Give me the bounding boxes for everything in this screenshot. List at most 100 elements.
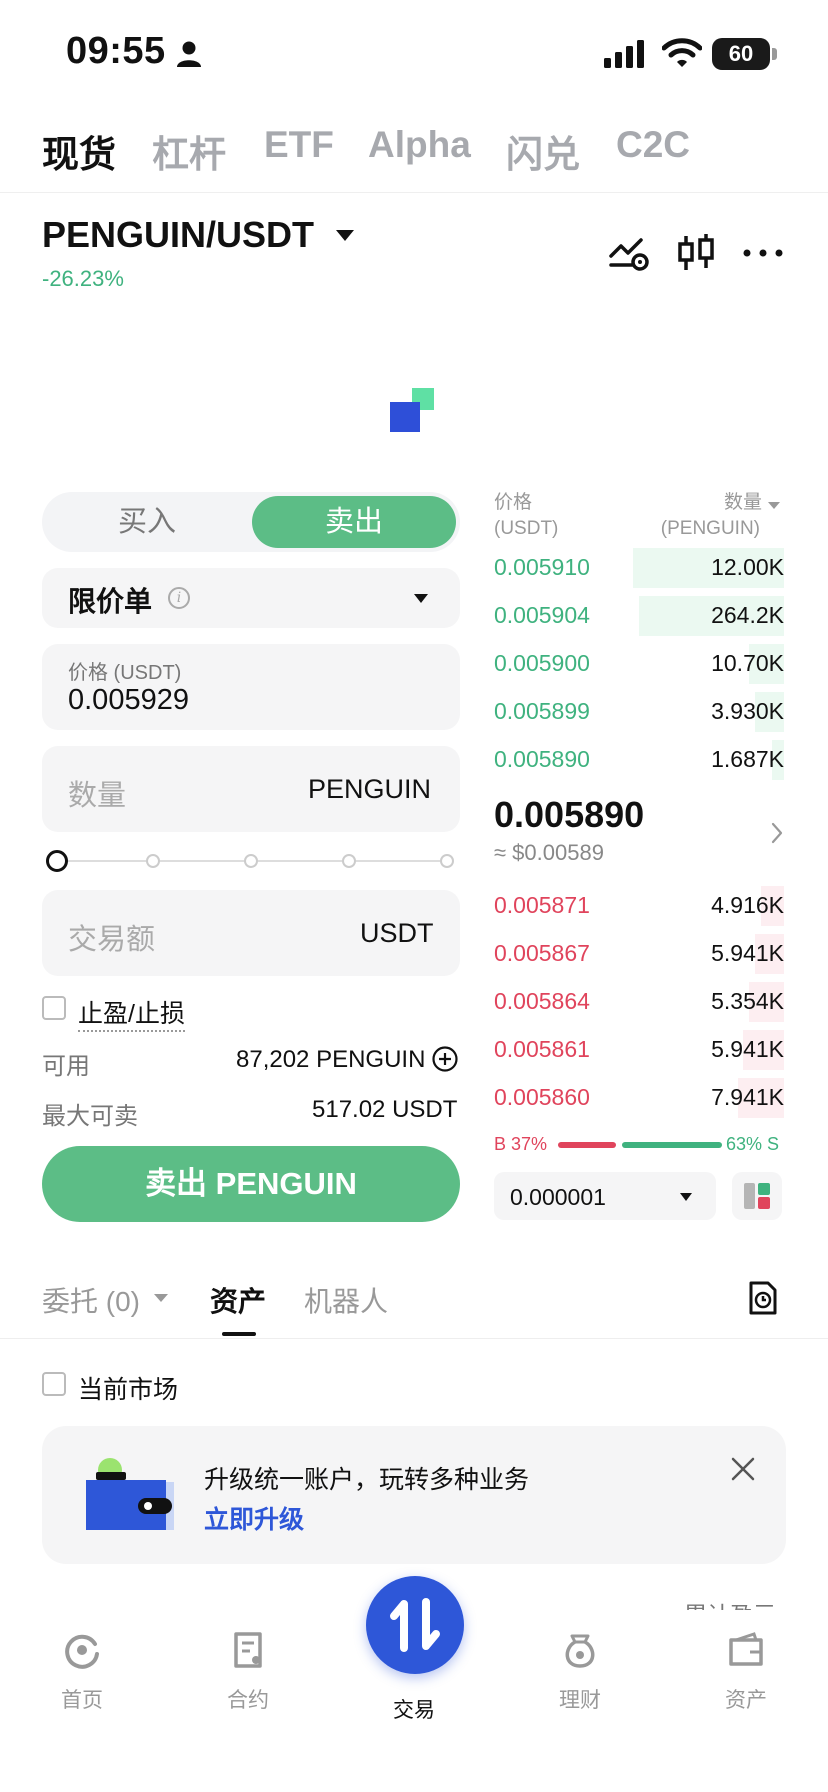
orderbook-price-header-line2: (USDT) xyxy=(494,518,559,539)
nav-futures-label: 合约 xyxy=(227,1689,269,1712)
ask-row[interactable]: 0.005899 3.930K xyxy=(494,692,784,732)
chevron-down-icon xyxy=(680,1193,692,1201)
nav-assets[interactable]: 资产 xyxy=(686,1630,806,1714)
upgrade-link[interactable]: 立即升级 xyxy=(204,1500,304,1536)
nav-home[interactable]: 首页 xyxy=(22,1630,142,1714)
trade-icon xyxy=(390,1598,440,1652)
available-value: 87,202 PENGUIN xyxy=(236,1046,426,1073)
slider-stop-25[interactable] xyxy=(146,854,160,868)
available-label: 可用 xyxy=(42,1053,90,1080)
tab-margin[interactable]: 杠杆 xyxy=(152,124,226,178)
buy-tab[interactable]: 买入 xyxy=(42,492,252,552)
quantity-unit: PENGUIN xyxy=(308,774,432,804)
orderbook-qty-header[interactable]: 数量 (PENGUIN) xyxy=(640,490,780,542)
bid-row[interactable]: 0.005861 5.941K xyxy=(494,1030,784,1070)
slider-handle[interactable] xyxy=(46,850,68,872)
tab-etf[interactable]: ETF xyxy=(264,124,334,166)
more-icon[interactable] xyxy=(742,232,784,274)
nav-earn-label: 理财 xyxy=(559,1689,601,1712)
max-sell-label: 最大可卖 xyxy=(42,1103,138,1130)
bid-row[interactable]: 0.005860 7.941K xyxy=(494,1078,784,1118)
trade-fab[interactable] xyxy=(366,1576,464,1674)
ask-qty: 12.00K xyxy=(711,554,784,580)
info-icon[interactable]: i xyxy=(168,587,190,609)
pair-change: -26.23% xyxy=(42,266,124,291)
futures-icon xyxy=(234,1632,262,1668)
ask-row[interactable]: 0.005910 12.00K xyxy=(494,548,784,588)
orderbook-layout-button[interactable] xyxy=(732,1172,782,1220)
current-market-label[interactable]: 当前市场 xyxy=(78,1370,178,1406)
tab-bots[interactable]: 机器人 xyxy=(304,1280,388,1320)
bid-qty: 5.941K xyxy=(711,940,784,966)
ask-price: 0.005900 xyxy=(494,650,590,676)
nav-trade-label[interactable]: 交易 xyxy=(354,1694,474,1724)
ask-price: 0.005904 xyxy=(494,602,590,628)
tp-sl-checkbox[interactable] xyxy=(42,996,66,1020)
tick-size-value: 0.000001 xyxy=(510,1184,606,1210)
nav-assets-label: 资产 xyxy=(725,1689,767,1712)
chevron-down-icon[interactable] xyxy=(768,502,780,509)
bid-row[interactable]: 0.005871 4.916K xyxy=(494,886,784,926)
nav-futures[interactable]: 合约 xyxy=(188,1630,308,1714)
battery-cap xyxy=(772,48,777,60)
tab-spot[interactable]: 现货 xyxy=(42,124,116,178)
price-label: 价格 (USDT) xyxy=(68,662,182,684)
bid-price: 0.005861 xyxy=(494,1036,590,1062)
pair-selector[interactable]: PENGUIN/USDT xyxy=(42,214,314,256)
ask-row[interactable]: 0.005904 264.2K xyxy=(494,596,784,636)
ask-row[interactable]: 0.005900 10.70K xyxy=(494,644,784,684)
slider-stop-75[interactable] xyxy=(342,854,356,868)
lower-divider xyxy=(0,1338,828,1339)
bid-qty: 4.916K xyxy=(711,892,784,918)
ask-price: 0.005899 xyxy=(494,698,590,724)
tab-convert[interactable]: 闪兑 xyxy=(506,124,580,178)
wifi-icon xyxy=(662,38,702,67)
close-icon[interactable] xyxy=(730,1456,756,1482)
slider-stop-100[interactable] xyxy=(440,854,454,868)
wallet-icon xyxy=(729,1632,763,1666)
price-value[interactable]: 0.005929 xyxy=(68,684,189,717)
tp-sl-label[interactable]: 止盈/止损 xyxy=(78,994,185,1032)
bid-qty: 7.941K xyxy=(711,1084,784,1110)
active-tab-indicator xyxy=(222,1332,256,1336)
nav-home-label: 首页 xyxy=(61,1689,103,1712)
current-market-checkbox[interactable] xyxy=(42,1372,66,1396)
orderbook-qty-header-line1: 数量 xyxy=(723,492,762,513)
max-sell-value: 517.02 USDT xyxy=(312,1096,458,1123)
bid-price: 0.005871 xyxy=(494,892,590,918)
home-icon xyxy=(65,1634,99,1669)
slider-stop-50[interactable] xyxy=(244,854,258,868)
chevron-right-icon[interactable] xyxy=(770,822,784,844)
nav-earn[interactable]: 理财 xyxy=(520,1630,640,1714)
last-price-usd: ≈ $0.00589 xyxy=(494,840,604,865)
ask-qty: 264.2K xyxy=(711,602,784,628)
candlestick-icon[interactable] xyxy=(676,232,718,274)
tab-orders[interactable]: 委托 (0) xyxy=(42,1280,140,1320)
bid-row[interactable]: 0.005864 5.354K xyxy=(494,982,784,1022)
history-icon[interactable] xyxy=(746,1280,780,1316)
sell-submit-button[interactable]: 卖出 PENGUIN xyxy=(42,1146,460,1222)
tab-c2c[interactable]: C2C xyxy=(616,124,690,166)
pair-caret-icon[interactable] xyxy=(336,230,354,241)
ask-price: 0.005890 xyxy=(494,746,590,772)
orderbook-price-header-line1: 价格 xyxy=(494,492,533,513)
bid-qty: 5.354K xyxy=(711,988,784,1014)
chevron-down-icon[interactable] xyxy=(154,1294,168,1302)
ask-price: 0.005910 xyxy=(494,554,590,580)
ask-qty: 3.930K xyxy=(711,698,784,724)
amount-unit: USDT xyxy=(360,918,434,948)
sell-ratio-bar xyxy=(622,1142,722,1148)
chevron-down-icon xyxy=(414,594,428,603)
chart-alert-icon[interactable] xyxy=(608,232,650,274)
wallet-illustration xyxy=(86,1458,174,1530)
sell-tab[interactable]: 卖出 xyxy=(252,496,456,548)
bid-price: 0.005867 xyxy=(494,940,590,966)
ask-row[interactable]: 0.005890 1.687K xyxy=(494,740,784,780)
plus-circle-icon[interactable] xyxy=(432,1046,458,1072)
orderbook-price-header: 价格 (USDT) xyxy=(494,490,558,542)
tab-alpha[interactable]: Alpha xyxy=(368,124,471,166)
last-price[interactable]: 0.005890 xyxy=(494,794,644,836)
banner-title: 升级统一账户，玩转多种业务 xyxy=(204,1466,530,1494)
bid-row[interactable]: 0.005867 5.941K xyxy=(494,934,784,974)
tab-assets[interactable]: 资产 xyxy=(210,1280,266,1320)
